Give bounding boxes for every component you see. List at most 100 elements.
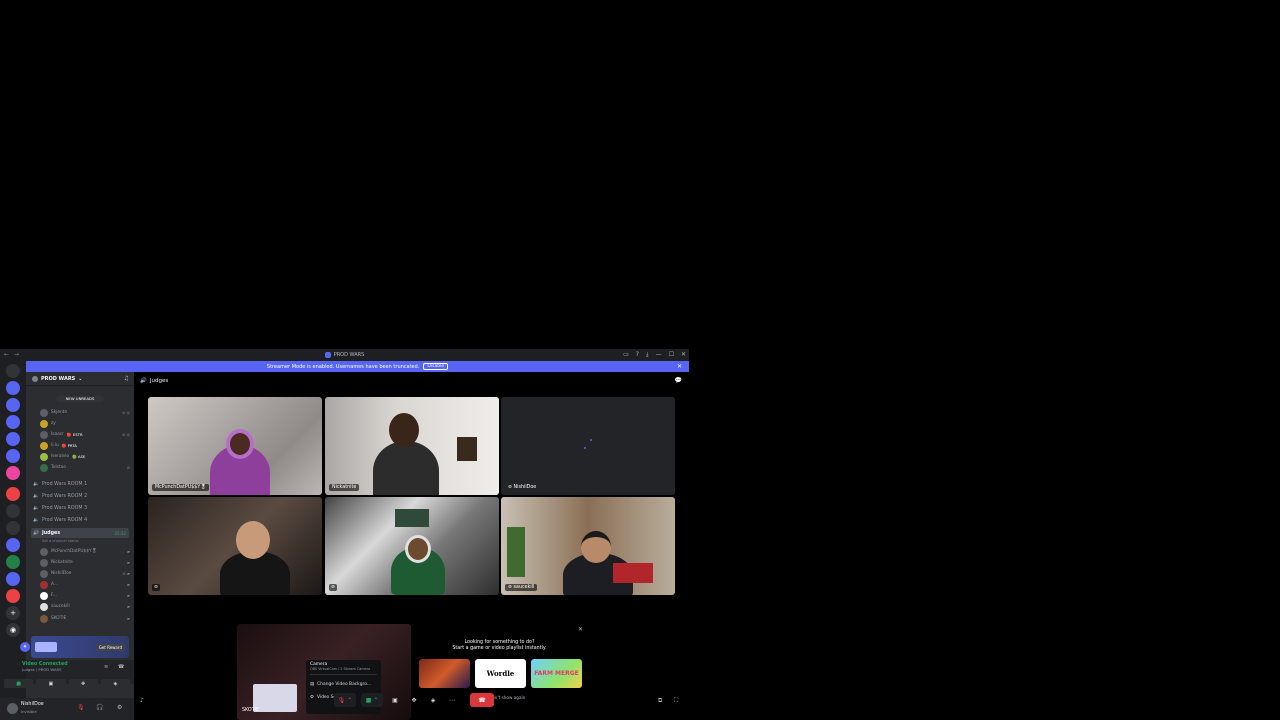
activity-card[interactable] bbox=[419, 659, 470, 688]
avatar bbox=[40, 419, 48, 428]
get-reward-button[interactable]: Get Reward bbox=[95, 643, 125, 651]
server-icon[interactable] bbox=[6, 555, 20, 569]
soundboard-icon[interactable]: ♪ bbox=[140, 697, 144, 704]
server-icon[interactable] bbox=[6, 466, 20, 480]
chat-icon[interactable]: 💬 bbox=[675, 377, 682, 384]
server-icon[interactable] bbox=[6, 504, 20, 518]
server-icon[interactable] bbox=[6, 432, 20, 446]
avatar[interactable] bbox=[7, 703, 18, 714]
soundboard-button[interactable]: ◈ bbox=[426, 693, 440, 707]
participant-name: McPunchDatPU$$Y🎖 bbox=[152, 484, 210, 491]
maximize-icon[interactable]: ☐ bbox=[669, 351, 674, 359]
voice-channel-room-3[interactable]: 🔈 Prod Wars ROOM 3 bbox=[31, 503, 129, 513]
voice-member[interactable]: Nickatnite ▰ bbox=[40, 558, 130, 567]
video-tile[interactable]: McPunchDatPU$$Y🎖 bbox=[148, 397, 322, 495]
voice-member[interactable]: li.lu 🔴 PRTA bbox=[40, 441, 130, 450]
discord-window: ← → PROD WARS ▭ ? ⤓ — ☐ ✕ Streamer Mode … bbox=[0, 349, 689, 720]
popout-icon[interactable]: ⧉ bbox=[658, 697, 662, 705]
help-icon[interactable]: ? bbox=[636, 351, 639, 359]
download-icon[interactable]: ⤓ bbox=[646, 351, 649, 359]
voice-member[interactable]: SKOTIE ▰ bbox=[40, 614, 130, 623]
activity-card-farm-merge[interactable]: FARM MERGE bbox=[531, 659, 582, 688]
soundboard-button[interactable]: ◈ bbox=[100, 679, 130, 688]
mute-icon: ⊘ bbox=[126, 465, 130, 470]
disable-button[interactable]: Disable bbox=[423, 363, 449, 370]
camera-button[interactable]: ■ bbox=[4, 679, 34, 688]
guild-header[interactable]: PROD WARS ⌄ ♫ bbox=[26, 372, 134, 386]
member-name: SKOTIE bbox=[51, 616, 67, 621]
camera-icon: ▰ bbox=[126, 582, 130, 587]
channel-sidebar: PROD WARS ⌄ ♫ NEW UNREADS Skjentn ⊘ ◎ zy… bbox=[4, 372, 134, 720]
server-icon[interactable] bbox=[6, 538, 20, 552]
activity-card-wordle[interactable]: Wordle bbox=[475, 659, 526, 688]
add-server-icon[interactable]: + bbox=[6, 606, 20, 620]
voice-member[interactable]: F... ▰ bbox=[40, 591, 130, 600]
voice-channel-room-4[interactable]: 🔈 Prod Wars ROOM 4 bbox=[31, 515, 129, 525]
avatar bbox=[40, 614, 48, 623]
voice-member[interactable]: Tolstao ⊘ bbox=[40, 463, 130, 472]
discover-icon[interactable]: ◉ bbox=[6, 623, 20, 637]
voice-member[interactable]: zy bbox=[40, 419, 130, 428]
voice-member[interactable]: Skjentn ⊘ ◎ bbox=[40, 408, 130, 417]
leave-call-button[interactable]: ☎ bbox=[470, 693, 494, 707]
video-tile[interactable]: ⊘ bbox=[148, 497, 322, 595]
member-name: Skjentn bbox=[51, 410, 68, 415]
video-tile[interactable]: Nickatnite bbox=[325, 397, 499, 495]
camera-icon: ⊘ ▰ bbox=[122, 571, 130, 576]
gear-icon[interactable]: ⚙ bbox=[117, 704, 122, 711]
server-icon[interactable] bbox=[6, 381, 20, 395]
voice-member[interactable]: A... ▰ bbox=[40, 580, 130, 589]
headphones-icon[interactable]: 🎧 bbox=[96, 704, 103, 711]
activity-subheading: Start a game or video playlist instantly… bbox=[452, 646, 547, 651]
minimize-icon[interactable]: — bbox=[656, 351, 662, 359]
mic-muted-icon[interactable]: 🎙 bbox=[77, 704, 85, 711]
activities-button[interactable]: ✥ bbox=[68, 679, 98, 688]
streamer-mode-notice: Streamer Mode is enabled. Usernames have… bbox=[26, 361, 689, 372]
close-icon[interactable]: ✕ bbox=[578, 626, 583, 633]
voice-channel-room-1[interactable]: 🔈 Prod Wars ROOM 1 bbox=[31, 479, 129, 489]
username[interactable]: NishilDoe bbox=[21, 702, 44, 707]
mute-button[interactable]: 🎙 ⌃ bbox=[334, 693, 356, 707]
voice-member[interactable]: saucekill ▰ bbox=[40, 602, 130, 611]
guild-icon bbox=[32, 375, 38, 382]
voice-member[interactable]: Iseralvlo 🟢 ASE bbox=[40, 452, 130, 461]
noise-suppression-icon[interactable]: ≋ bbox=[104, 664, 108, 670]
voice-member[interactable]: NishilDoe ⊘ ▰ bbox=[40, 569, 130, 578]
forward-arrow-icon[interactable]: → bbox=[14, 351, 19, 358]
fullscreen-icon[interactable]: ⛶ bbox=[674, 697, 678, 705]
activities-button[interactable]: ✥ bbox=[407, 693, 421, 707]
voice-member[interactable]: Isaacr 🔴 ESTR ⊘ ◎ bbox=[40, 430, 130, 439]
bell-icon[interactable]: ♫ bbox=[124, 375, 129, 382]
voice-member[interactable]: McPunchDatPU$$Y🎖 ▰ bbox=[40, 547, 130, 556]
voice-channel-judges[interactable]: 🔊 Judges 25:32 bbox=[31, 528, 129, 538]
screen-share-button[interactable]: ▣ bbox=[36, 679, 66, 688]
camera-toggle-button[interactable]: ■ ⌃ bbox=[361, 693, 383, 707]
close-window-icon[interactable]: ✕ bbox=[681, 351, 686, 359]
avatar bbox=[40, 452, 48, 461]
more-options-button[interactable]: ⋯ bbox=[445, 693, 459, 707]
server-icon[interactable] bbox=[6, 487, 20, 501]
channel-status[interactable]: Set a channel status bbox=[42, 539, 79, 543]
disconnect-icon[interactable]: ☎ bbox=[118, 664, 124, 670]
server-icon[interactable] bbox=[6, 521, 20, 535]
back-arrow-icon[interactable]: ← bbox=[4, 351, 9, 358]
inbox-icon[interactable]: ▭ bbox=[623, 351, 629, 359]
voice-channel-room-2[interactable]: 🔈 Prod Wars ROOM 2 bbox=[31, 491, 129, 501]
server-icon[interactable] bbox=[6, 415, 20, 429]
screen-share-button[interactable]: ▣ bbox=[388, 693, 402, 707]
server-icon[interactable] bbox=[6, 589, 20, 603]
video-tile[interactable]: ⊘ NishilDoe bbox=[501, 397, 675, 495]
new-unreads-pill[interactable]: NEW UNREADS bbox=[56, 396, 104, 402]
server-icon[interactable] bbox=[6, 398, 20, 412]
camera-selector[interactable]: Camera OBS VirtualCam / 2 Stream Camera bbox=[310, 662, 377, 671]
close-notice-icon[interactable]: ✕ bbox=[677, 363, 682, 370]
change-background-item[interactable]: ▤ Change Video Backgro... bbox=[310, 678, 377, 691]
camera-icon: ▰ bbox=[126, 604, 130, 609]
avatar bbox=[40, 430, 48, 439]
server-icon[interactable] bbox=[6, 449, 20, 463]
direct-messages-icon[interactable] bbox=[6, 364, 20, 378]
voice-location[interactable]: Judges / PROD WARS bbox=[22, 667, 68, 672]
server-icon[interactable] bbox=[6, 572, 20, 586]
video-tile[interactable]: ⊘ bbox=[325, 497, 499, 595]
video-tile[interactable]: ⊘ saucekill bbox=[501, 497, 675, 595]
